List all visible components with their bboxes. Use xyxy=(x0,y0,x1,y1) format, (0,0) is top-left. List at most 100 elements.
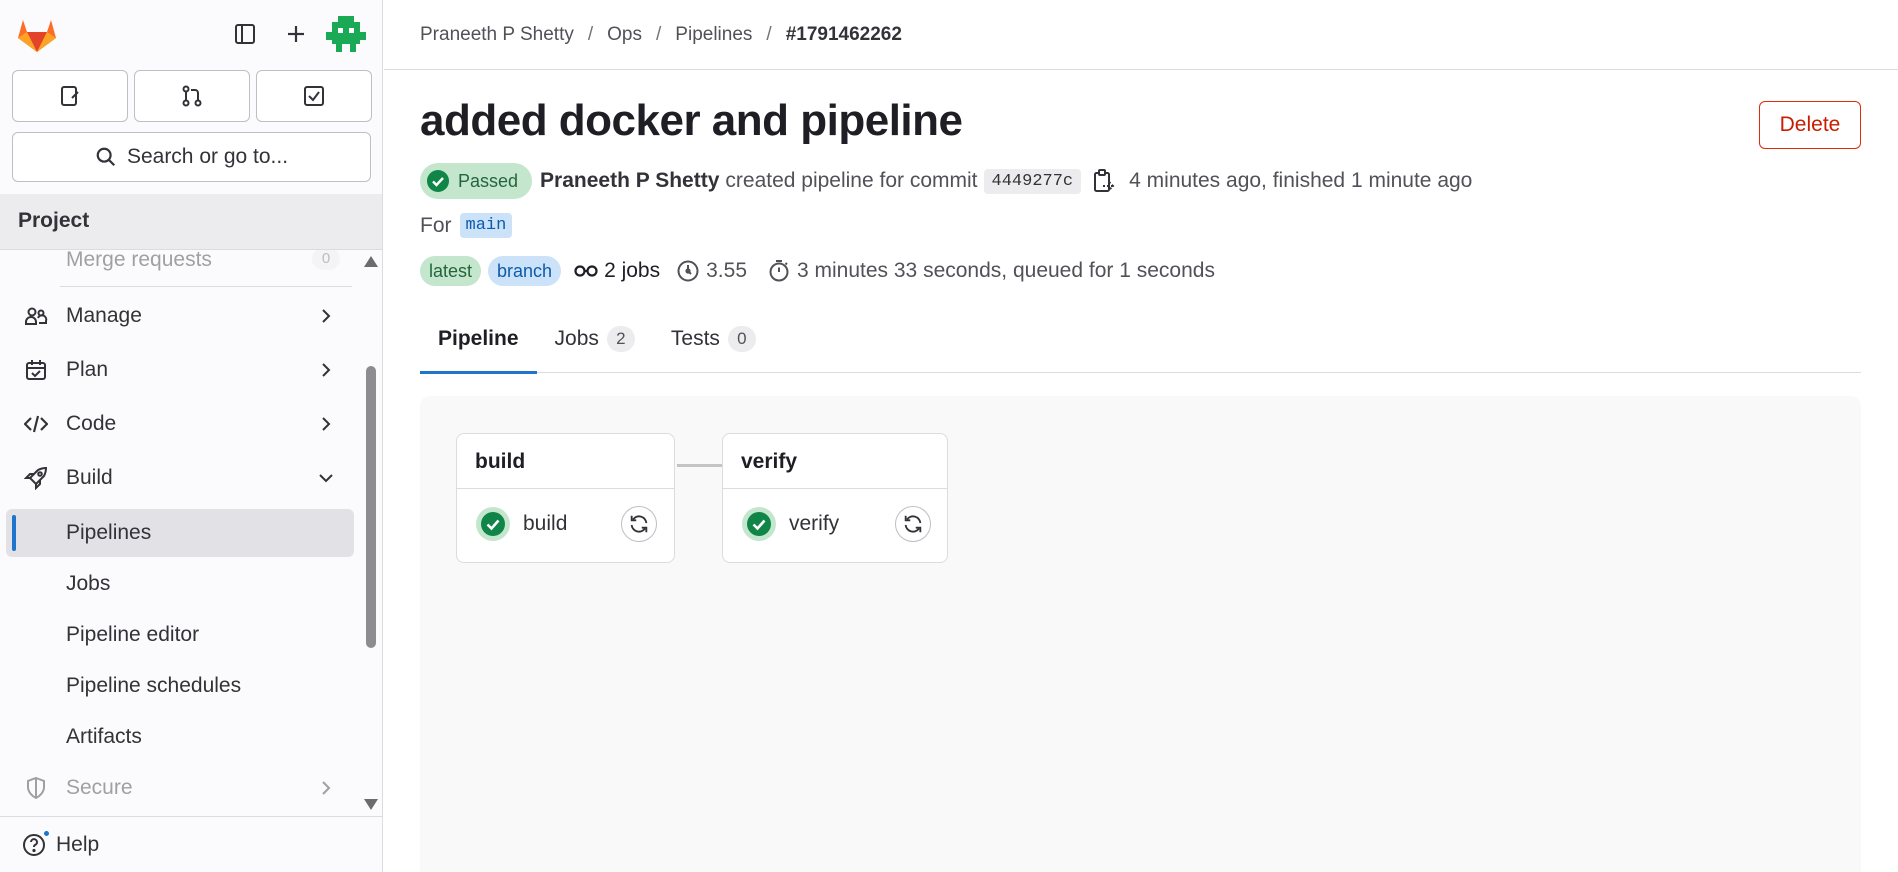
help-label: Help xyxy=(56,833,100,856)
todo-icon xyxy=(304,86,324,106)
breadcrumb-separator: / xyxy=(587,24,594,45)
sidebar-item-label: Pipeline editor xyxy=(66,623,200,646)
tab-pipeline[interactable]: Pipeline xyxy=(420,305,537,374)
check-circle-icon xyxy=(427,170,449,192)
sidebar-item-label: Plan xyxy=(66,358,109,381)
scroll-up-arrow-icon[interactable] xyxy=(364,256,378,267)
sidebar-item-merge-requests[interactable]: Merge requests 0 xyxy=(6,250,354,284)
stage-title: build xyxy=(475,450,526,473)
sidebar-item-pipelines[interactable]: Pipelines xyxy=(6,509,354,557)
author-link[interactable]: Praneeth P Shetty xyxy=(540,169,719,193)
sidebar-item-pipeline-schedules[interactable]: Pipeline schedules xyxy=(6,662,354,710)
section-title: Project xyxy=(18,209,90,232)
sidebar-item-artifacts[interactable]: Artifacts xyxy=(6,713,354,761)
compute-icon xyxy=(676,259,700,283)
sidebar: Search or go to... Project Merge request… xyxy=(0,0,383,872)
job-name: build xyxy=(523,512,568,535)
for-label: For xyxy=(420,213,452,237)
sidebar-footer: Help xyxy=(0,816,382,872)
notification-dot xyxy=(42,829,51,838)
stage-divider xyxy=(457,488,674,489)
duration-text: 3 minutes 33 seconds, queued for 1 secon… xyxy=(797,259,1215,282)
breadcrumb-separator: / xyxy=(766,24,772,45)
sidebar-item-label: Pipeline schedules xyxy=(66,674,242,697)
retry-icon xyxy=(630,515,648,533)
status-badge[interactable]: Passed xyxy=(420,163,533,199)
top-bar: Praneeth P Shetty / Ops / Pipelines / #1… xyxy=(384,0,1898,70)
tab-label: Tests xyxy=(670,327,720,350)
help-button[interactable]: Help xyxy=(22,829,100,857)
sidebar-item-label: Code xyxy=(66,412,117,435)
users-icon xyxy=(25,307,48,325)
search-label: Search or go to... xyxy=(126,145,289,168)
sidebar-item-label: Manage xyxy=(66,304,142,327)
breadcrumb-item-pipelines[interactable]: Pipelines xyxy=(675,24,752,46)
sidebar-item-code[interactable]: Code xyxy=(6,400,354,448)
sidebar-item-build[interactable]: Build xyxy=(6,454,354,502)
sidebar-toggle-icon[interactable] xyxy=(229,18,261,50)
pipeline-meta: Passed Praneeth P Shetty created pipelin… xyxy=(420,163,1472,199)
pipeline-icon xyxy=(574,261,598,281)
sidebar-nav: Merge requests 0 Manage Plan Code Build … xyxy=(0,250,362,816)
stage-build: build build xyxy=(456,433,675,563)
sidebar-item-label: Secure xyxy=(66,776,133,799)
stage-title: verify xyxy=(741,450,798,473)
quick-actions xyxy=(12,70,372,122)
job-verify[interactable]: verify xyxy=(741,506,839,542)
delete-button[interactable]: Delete xyxy=(1759,101,1861,149)
breadcrumb-item-user[interactable]: Praneeth P Shetty xyxy=(420,24,574,46)
scroll-down-arrow-icon[interactable] xyxy=(364,799,378,810)
branch-link[interactable]: main xyxy=(459,213,513,238)
pipeline-tags: latest branch 2 jobs 3.55 3 minutes 33 s… xyxy=(420,256,1215,286)
breadcrumb-item-current[interactable]: #1791462262 xyxy=(786,24,902,46)
shield-icon xyxy=(27,776,45,800)
sidebar-item-secure[interactable]: Secure xyxy=(6,764,354,812)
retry-job-button[interactable] xyxy=(895,506,931,542)
job-name: verify xyxy=(789,512,840,535)
breadcrumb-item-project[interactable]: Ops xyxy=(607,24,642,46)
tab-jobs[interactable]: Jobs 2 xyxy=(537,305,653,373)
sidebar-item-pipeline-editor[interactable]: Pipeline editor xyxy=(6,611,354,659)
tab-label: Pipeline xyxy=(438,327,519,350)
count-badge: 0 xyxy=(312,250,340,270)
success-status-icon xyxy=(476,507,510,541)
pipeline-tabs: Pipeline Jobs 2 Tests 0 xyxy=(420,305,1861,374)
copy-icon[interactable] xyxy=(1091,168,1115,194)
sidebar-item-jobs[interactable]: Jobs xyxy=(6,560,354,608)
issues-button[interactable] xyxy=(12,70,128,122)
sidebar-item-plan[interactable]: Plan xyxy=(6,346,354,394)
code-icon xyxy=(24,415,48,433)
issues-icon xyxy=(61,86,79,106)
timer-icon xyxy=(767,259,791,283)
commit-sha[interactable]: 4449277c xyxy=(983,168,1082,194)
sidebar-item-label: Merge requests xyxy=(66,250,212,271)
sidebar-section-header: Project xyxy=(0,194,382,250)
created-text: created pipeline for commit xyxy=(725,169,978,192)
tab-count: 0 xyxy=(727,326,756,352)
job-build[interactable]: build xyxy=(475,506,567,542)
tab-tests[interactable]: Tests 0 xyxy=(653,305,774,373)
help-icon xyxy=(22,829,51,857)
stage-divider xyxy=(723,488,947,489)
todos-button[interactable] xyxy=(256,70,372,122)
branch-row: For main xyxy=(420,213,513,238)
page-title: added docker and pipeline xyxy=(420,96,963,145)
retry-job-button[interactable] xyxy=(621,506,657,542)
sidebar-scrollbar-thumb[interactable] xyxy=(366,366,376,648)
gitlab-logo-icon[interactable] xyxy=(16,14,58,54)
chevron-right-icon xyxy=(322,781,331,795)
user-avatar[interactable] xyxy=(326,14,366,54)
chevron-right-icon xyxy=(322,363,331,377)
merge-requests-button[interactable] xyxy=(134,70,250,122)
stage-verify: verify verify xyxy=(722,433,948,563)
search-button[interactable]: Search or go to... xyxy=(12,132,371,182)
sidebar-item-manage[interactable]: Manage xyxy=(6,292,354,340)
stage-connector xyxy=(677,464,725,467)
latest-badge: latest xyxy=(420,256,482,286)
tab-count: 2 xyxy=(606,326,635,352)
chevron-down-icon xyxy=(319,474,333,483)
plus-icon[interactable] xyxy=(280,18,312,50)
pipeline-time: 4 minutes ago, finished 1 minute ago xyxy=(1129,169,1473,192)
sidebar-header xyxy=(0,0,382,70)
sidebar-item-label: Pipelines xyxy=(66,521,152,544)
